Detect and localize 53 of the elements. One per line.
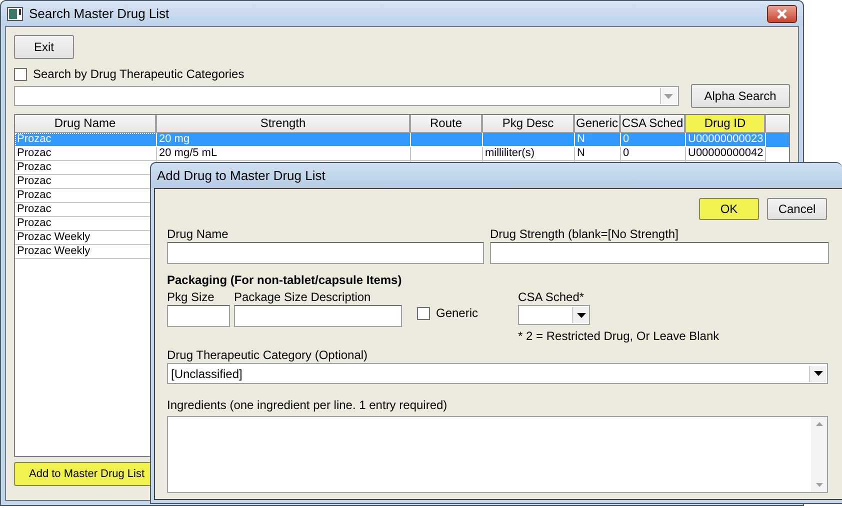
column-header[interactable]: CSA Sched bbox=[621, 115, 686, 133]
csa-dropdown[interactable] bbox=[518, 305, 590, 325]
scroll-down-icon bbox=[816, 483, 822, 487]
table-cell: 0 bbox=[621, 133, 686, 147]
column-header[interactable]: Pkg Desc bbox=[483, 115, 575, 133]
field-label: Package Size Description bbox=[234, 290, 372, 305]
section-heading: Packaging (For non-tablet/capsule Items) bbox=[167, 273, 403, 288]
table-cell: 0 bbox=[621, 147, 686, 161]
table-cell: Prozac bbox=[15, 133, 157, 147]
column-header[interactable]: Route bbox=[411, 115, 483, 133]
table-cell: 20 mg bbox=[157, 133, 411, 147]
column-header[interactable]: Drug Name bbox=[15, 115, 157, 133]
therapeutic-category-dropdown[interactable]: [Unclassified] bbox=[167, 363, 828, 384]
package-description-field[interactable] bbox=[234, 305, 402, 327]
checkbox-label: Generic bbox=[436, 306, 478, 320]
field-label: Ingredients (one ingredient per line. 1 entry required) bbox=[167, 398, 448, 413]
drug-name-field[interactable] bbox=[167, 242, 484, 264]
checkbox[interactable] bbox=[14, 68, 27, 80]
close-icon bbox=[776, 8, 788, 18]
ok-button[interactable]: OK bbox=[699, 198, 759, 220]
column-header bbox=[766, 115, 789, 133]
table-row[interactable]: Prozac 20 mg/5 mL milliliter(s) N 0 U00000000042 bbox=[15, 147, 789, 161]
checkbox-label: Search by Drug Therapeutic Categories bbox=[33, 67, 244, 81]
drug-strength-field[interactable] bbox=[490, 242, 829, 264]
scrollbar[interactable] bbox=[811, 417, 827, 492]
close-button[interactable] bbox=[767, 4, 797, 22]
hint-text: * 2 = Restricted Drug, Or Leave Blank bbox=[518, 329, 720, 343]
alpha-search-button[interactable]: Alpha Search bbox=[690, 84, 790, 108]
table-cell: milliliter(s) bbox=[483, 147, 575, 161]
field-label: Drug Name bbox=[167, 227, 230, 242]
dialog-title: Add Drug to Master Drug List bbox=[157, 168, 326, 183]
column-header[interactable]: Strength bbox=[157, 115, 411, 133]
table-cell: Prozac bbox=[15, 147, 157, 161]
field-label: Drug Therapeutic Category (Optional) bbox=[167, 348, 369, 363]
checkbox[interactable] bbox=[417, 306, 430, 320]
pkg-size-field[interactable] bbox=[167, 305, 230, 327]
table-cell: N bbox=[575, 133, 621, 147]
table-cell: U00000000042 bbox=[686, 147, 766, 161]
column-header[interactable]: Drug ID bbox=[686, 115, 766, 133]
table-cell: N bbox=[575, 147, 621, 161]
window-icon bbox=[7, 6, 23, 20]
field-label: Drug Strength (blank=[No Strength] bbox=[490, 227, 680, 242]
window-title: Search Master Drug List bbox=[29, 6, 170, 21]
category-dropdown[interactable] bbox=[14, 86, 679, 106]
cancel-button[interactable]: Cancel bbox=[767, 198, 827, 220]
scroll-up-icon bbox=[816, 422, 822, 426]
column-header[interactable]: Generic bbox=[575, 115, 621, 133]
table-cell: U00000000023 bbox=[686, 133, 766, 147]
ingredients-field[interactable] bbox=[167, 416, 828, 493]
field-label: Pkg Size bbox=[167, 290, 216, 305]
exit-button[interactable]: Exit bbox=[14, 35, 74, 59]
field-label: CSA Sched* bbox=[518, 290, 586, 305]
table-cell: 20 mg/5 mL bbox=[157, 147, 411, 161]
